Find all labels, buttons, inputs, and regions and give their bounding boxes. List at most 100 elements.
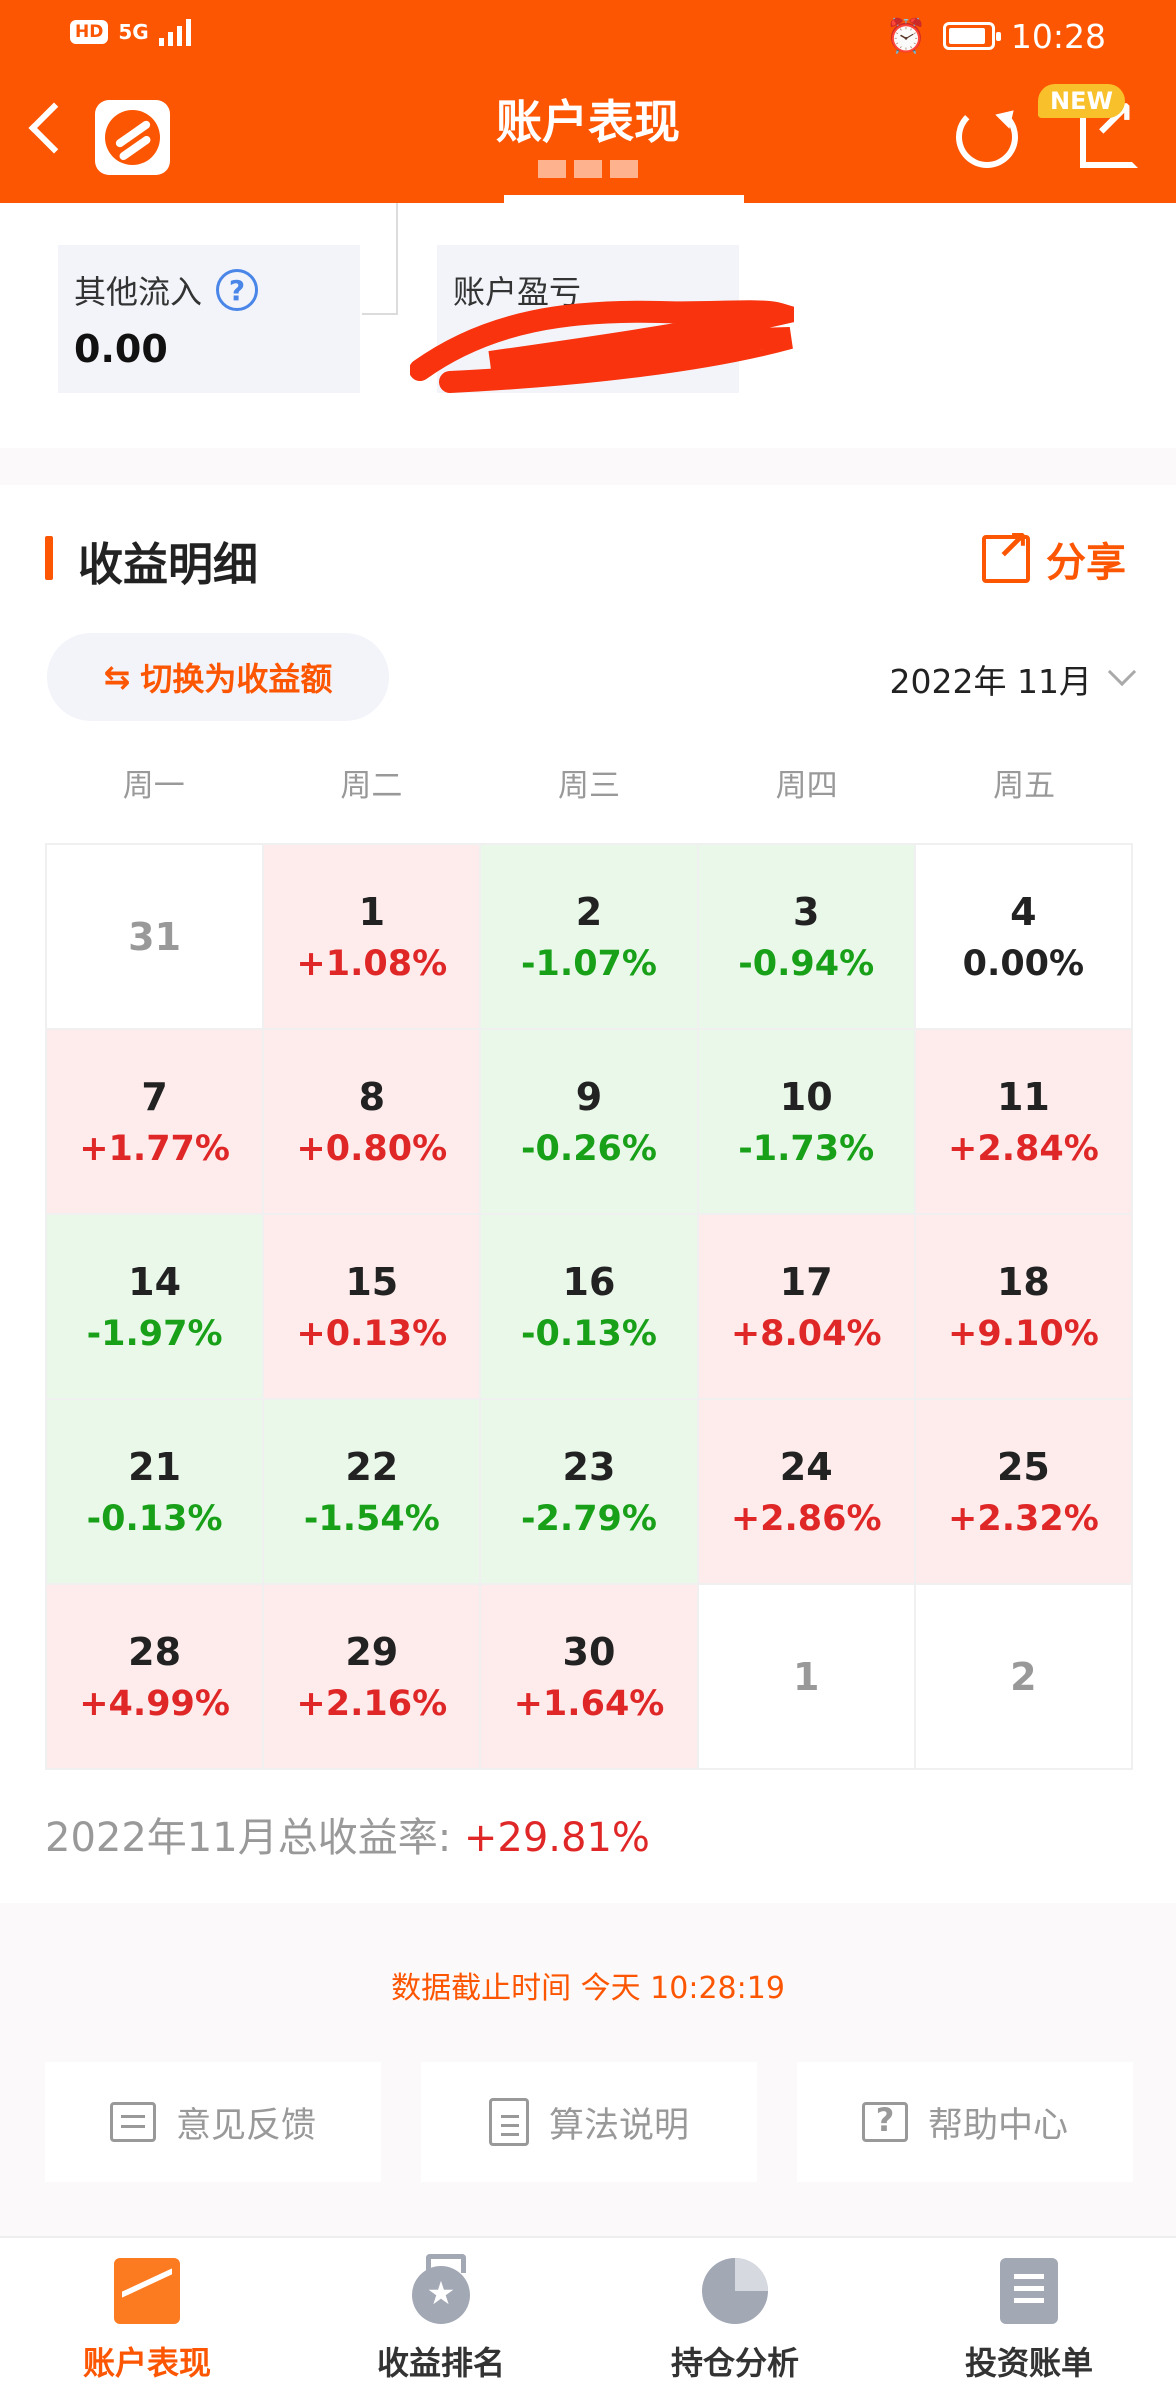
calendar-day-cell[interactable]: 17 +8.04% — [698, 1215, 914, 1398]
day-return: -2.79% — [521, 1498, 657, 1539]
day-number: 8 — [358, 1074, 386, 1119]
calendar-day-cell[interactable]: 25 +2.32% — [915, 1400, 1131, 1583]
calendar-day-cell: 2 — [915, 1585, 1131, 1768]
bottom-nav: 账户表现 收益排名 持仓分析 投资账单 — [0, 2236, 1176, 2400]
calendar-day-cell[interactable]: 8 +0.80% — [264, 1030, 480, 1213]
share-icon — [982, 523, 1030, 583]
calendar-day-cell[interactable]: 30 +1.64% — [481, 1585, 697, 1768]
day-return: +9.10% — [948, 1313, 1099, 1354]
calendar-day-cell[interactable]: 24 +2.86% — [698, 1400, 914, 1583]
calendar-day-cell[interactable]: 4 0.00% — [915, 845, 1131, 1028]
nav-label: 投资账单 — [964, 2344, 1093, 2382]
day-number: 9 — [575, 1074, 603, 1119]
day-number: 10 — [779, 1074, 833, 1119]
nav-item-bill[interactable]: 投资账单 — [882, 2238, 1176, 2400]
nav-item-holdings[interactable]: 持仓分析 — [588, 2238, 882, 2400]
feedback-button[interactable]: 意见反馈 — [45, 2062, 381, 2182]
algorithm-button[interactable]: 算法说明 — [421, 2062, 757, 2182]
day-return: +4.99% — [79, 1683, 230, 1724]
redaction-scribble — [410, 300, 794, 393]
bill-icon — [1000, 2258, 1058, 2324]
section-title: 收益明细 — [78, 538, 259, 591]
calendar-day-cell[interactable]: 18 +9.10% — [915, 1215, 1131, 1398]
question-icon[interactable]: ? — [216, 269, 259, 311]
day-return: +1.64% — [513, 1683, 665, 1724]
calendar-day-cell[interactable]: 23 -2.79% — [481, 1400, 697, 1583]
clock: 10:28 — [1010, 16, 1106, 56]
calendar-day-cell[interactable]: 29 +2.16% — [264, 1585, 480, 1768]
new-badge: NEW — [1038, 84, 1125, 118]
day-number: 15 — [345, 1259, 399, 1304]
algorithm-label: 算法说明 — [548, 2105, 689, 2146]
calendar-day-cell[interactable]: 21 -0.13% — [47, 1400, 263, 1583]
calendar-day-cell[interactable]: 16 -0.13% — [481, 1215, 697, 1398]
weekday-label: 周四 — [775, 768, 838, 804]
day-number: 3 — [792, 889, 820, 934]
calendar-day-cell[interactable]: 14 -1.97% — [47, 1215, 263, 1398]
day-number: 4 — [1010, 889, 1037, 934]
day-return: -0.94% — [738, 943, 875, 984]
day-number: 16 — [562, 1259, 616, 1304]
calendar-day-cell[interactable]: 9 -0.26% — [481, 1030, 697, 1213]
nav-item-performance[interactable]: 账户表现 — [0, 2238, 294, 2400]
day-number: 11 — [996, 1074, 1050, 1119]
medal-icon — [412, 2254, 470, 2324]
external-share-icon[interactable] — [1080, 90, 1138, 168]
calendar-day-cell: 1 — [698, 1585, 914, 1768]
day-return: 0.00% — [962, 943, 1085, 984]
day-return: -1.54% — [303, 1498, 440, 1539]
day-number: 2 — [575, 889, 603, 934]
day-number: 24 — [779, 1444, 833, 1489]
pie-icon — [702, 2258, 768, 2324]
chart-icon — [114, 2258, 180, 2324]
feedback-icon — [109, 2102, 156, 2142]
day-return: +1.08% — [296, 943, 448, 984]
calendar-day-cell[interactable]: 10 -1.73% — [698, 1030, 914, 1213]
other-inflow-label: 其他流入 — [74, 273, 203, 311]
help-center-button[interactable]: 帮助中心 — [797, 2062, 1133, 2182]
day-number: 28 — [128, 1629, 182, 1674]
help-center-label: 帮助中心 — [927, 2105, 1068, 2146]
section-accent-bar — [45, 536, 53, 580]
month-selector[interactable]: 2022年 11月 — [889, 655, 1137, 703]
alarm-icon: ⏰ — [885, 16, 927, 55]
day-return: -0.13% — [521, 1313, 657, 1354]
day-return: -1.73% — [738, 1128, 875, 1169]
calendar-day-cell[interactable]: 1 +1.08% — [264, 845, 480, 1028]
day-return: +2.86% — [730, 1498, 882, 1539]
day-return: -1.97% — [86, 1313, 223, 1354]
day-number: 23 — [562, 1444, 616, 1489]
clipboard-icon — [488, 2098, 529, 2146]
calendar-day-cell[interactable]: 11 +2.84% — [915, 1030, 1131, 1213]
weekday-label: 周三 — [557, 768, 620, 804]
calendar-day-cell[interactable]: 22 -1.54% — [264, 1400, 480, 1583]
status-bar-left: HD 5G — [70, 18, 191, 46]
calendar-day-cell[interactable]: 28 +4.99% — [47, 1585, 263, 1768]
refresh-icon[interactable] — [956, 106, 1018, 168]
day-number: 29 — [345, 1629, 399, 1674]
day-number: 7 — [141, 1074, 168, 1119]
nav-item-ranking[interactable]: 收益排名 — [294, 2238, 588, 2400]
day-number: 31 — [128, 914, 182, 959]
chevron-down-icon — [1107, 657, 1137, 687]
monthly-total-value: +29.81% — [463, 1815, 650, 1861]
day-number: 2 — [1010, 1654, 1037, 1699]
other-inflow-box: 其他流入 ? 0.00 — [58, 245, 360, 393]
weekday-label: 周五 — [993, 768, 1056, 804]
share-label: 分享 — [1046, 540, 1126, 586]
calendar-day-cell[interactable]: 3 -0.94% — [698, 845, 914, 1028]
calendar-day-cell[interactable]: 7 +1.77% — [47, 1030, 263, 1213]
day-return: +8.04% — [730, 1313, 882, 1354]
month-label: 2022年 11月 — [889, 662, 1092, 701]
share-button[interactable]: 分享 — [982, 523, 1126, 588]
nav-label: 账户表现 — [82, 2344, 211, 2382]
summary-tab-notch — [504, 195, 744, 209]
calendar-day-cell[interactable]: 2 -1.07% — [481, 845, 697, 1028]
divider — [396, 203, 398, 315]
day-return: +2.16% — [296, 1683, 448, 1724]
day-return: +2.84% — [948, 1128, 1099, 1169]
switch-to-amount-button[interactable]: ⇆ 切换为收益额 — [47, 633, 389, 721]
day-number: 17 — [779, 1259, 833, 1304]
calendar-day-cell[interactable]: 15 +0.13% — [264, 1215, 480, 1398]
day-return: -0.26% — [521, 1128, 657, 1169]
